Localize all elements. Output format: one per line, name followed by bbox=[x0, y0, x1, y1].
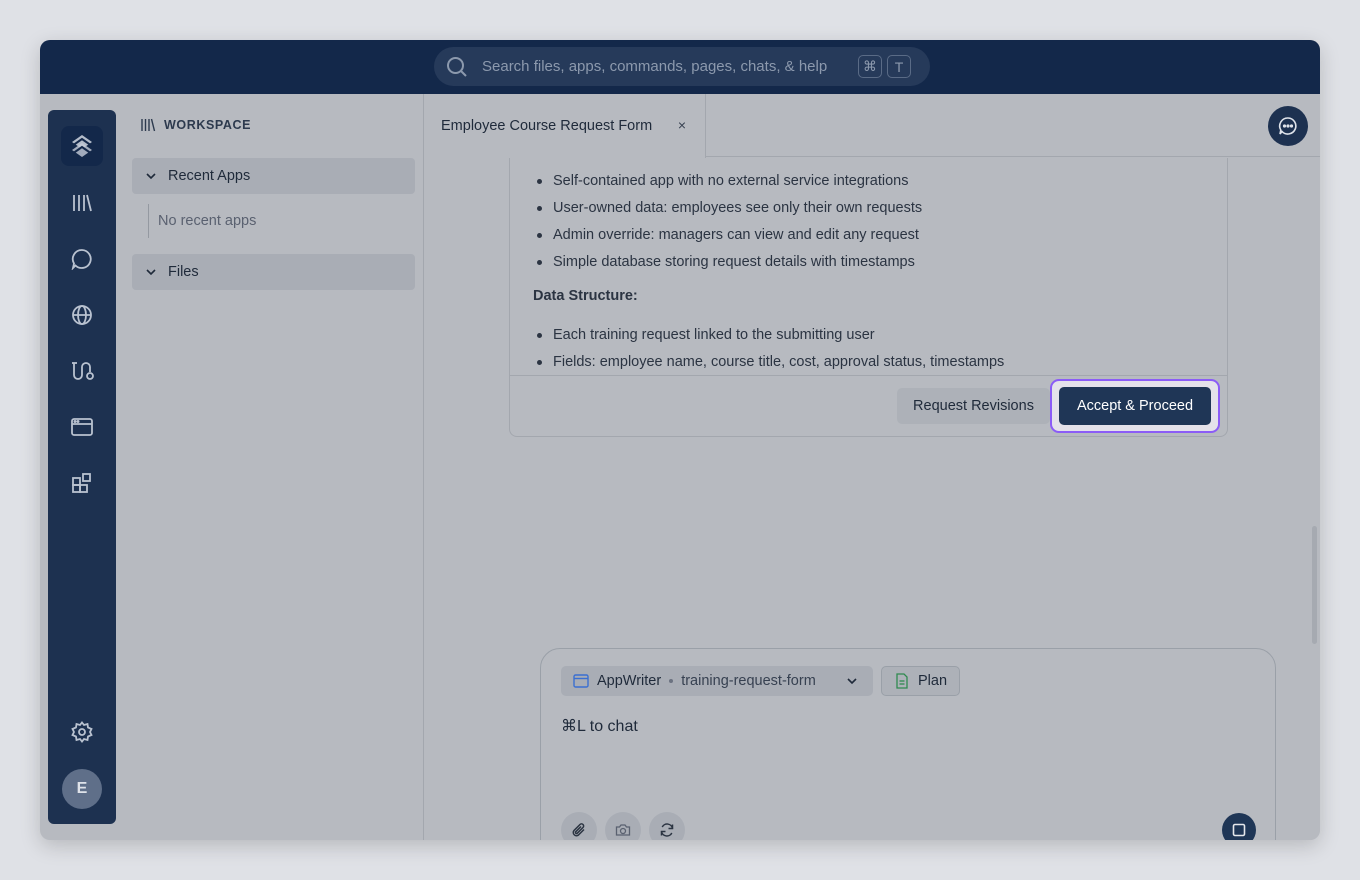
chat-composer: AppWriter training-request-form Plan ⌘L … bbox=[540, 648, 1276, 840]
workspace-label: WORKSPACE bbox=[164, 118, 252, 132]
app-window: Search files, apps, commands, pages, cha… bbox=[40, 40, 1320, 840]
tab-employee-course-request-form[interactable]: Employee Course Request Form × bbox=[425, 94, 706, 158]
scrollbar-thumb[interactable] bbox=[1312, 526, 1317, 644]
list-item: Each training request linked to the subm… bbox=[537, 324, 1004, 351]
app-name: AppWriter bbox=[597, 673, 662, 689]
plan-footer: Request Revisions Accept & Proceed bbox=[510, 375, 1228, 437]
route-icon[interactable] bbox=[69, 358, 95, 384]
section-label: Files bbox=[168, 264, 199, 280]
stop-icon bbox=[1232, 823, 1246, 837]
section-recent-apps[interactable]: Recent Apps bbox=[132, 158, 415, 194]
close-icon[interactable]: × bbox=[675, 117, 689, 133]
app-slug: training-request-form bbox=[681, 673, 816, 689]
plan-chip[interactable]: Plan bbox=[881, 666, 960, 696]
chevron-down-icon bbox=[144, 265, 158, 279]
global-search[interactable]: Search files, apps, commands, pages, cha… bbox=[434, 47, 930, 86]
list-item: Self-contained app with no external serv… bbox=[537, 170, 922, 197]
stop-button[interactable] bbox=[1222, 813, 1256, 840]
plan-card: Self-contained app with no external serv… bbox=[509, 158, 1228, 437]
camera-icon bbox=[615, 824, 631, 836]
chevron-down-icon bbox=[144, 169, 158, 183]
browser-window-icon[interactable] bbox=[69, 414, 95, 440]
attach-button[interactable] bbox=[561, 812, 597, 840]
section-label: Recent Apps bbox=[168, 168, 251, 184]
main-panel: Employee Course Request Form × Self-cont… bbox=[425, 94, 1320, 840]
app-selector[interactable]: AppWriter training-request-form bbox=[561, 666, 873, 696]
settings-icon[interactable] bbox=[69, 719, 95, 745]
search-placeholder: Search files, apps, commands, pages, cha… bbox=[482, 58, 828, 75]
avatar[interactable]: E bbox=[62, 769, 102, 809]
chat-bubble-icon bbox=[1278, 117, 1297, 135]
request-revisions-button[interactable]: Request Revisions bbox=[897, 388, 1050, 424]
list-item: Fields: employee name, course title, cos… bbox=[537, 351, 1004, 378]
focus-ring: Accept & Proceed bbox=[1050, 379, 1220, 433]
screenshot-button[interactable] bbox=[605, 812, 641, 840]
accept-proceed-button[interactable]: Accept & Proceed bbox=[1059, 387, 1211, 425]
shortcut-key-t: T bbox=[887, 55, 911, 78]
widgets-icon[interactable] bbox=[69, 470, 95, 496]
paperclip-icon bbox=[572, 823, 585, 837]
refresh-button[interactable] bbox=[649, 812, 685, 840]
workspace-header: WORKSPACE bbox=[140, 118, 251, 132]
library-icon[interactable] bbox=[69, 190, 95, 216]
list-item: User-owned data: employees see only thei… bbox=[537, 197, 922, 224]
logo-icon[interactable] bbox=[61, 126, 103, 166]
chat-input[interactable]: ⌘L to chat bbox=[561, 716, 638, 736]
list-item: Simple database storing request details … bbox=[537, 251, 922, 278]
tab-label: Employee Course Request Form bbox=[441, 118, 653, 134]
separator-dot bbox=[669, 679, 674, 683]
data-structure-heading: Data Structure: bbox=[533, 288, 638, 304]
chat-bubble-icon[interactable] bbox=[69, 246, 95, 272]
globe-icon[interactable] bbox=[69, 302, 95, 328]
refresh-icon bbox=[660, 823, 674, 837]
plan-label: Plan bbox=[918, 673, 948, 689]
icon-rail: E bbox=[48, 110, 116, 824]
top-bar: Search files, apps, commands, pages, cha… bbox=[40, 40, 1320, 94]
plan-list-features: Self-contained app with no external serv… bbox=[537, 170, 922, 278]
empty-recent-apps: No recent apps bbox=[148, 204, 256, 238]
document-icon bbox=[895, 673, 909, 689]
browser-window-icon bbox=[573, 674, 589, 688]
library-icon bbox=[140, 118, 156, 132]
tab-bar: Employee Course Request Form × bbox=[425, 94, 1320, 158]
chevron-down-icon bbox=[845, 674, 859, 688]
search-icon bbox=[446, 56, 468, 78]
list-item: Admin override: managers can view and ed… bbox=[537, 224, 922, 251]
plan-list-data: Each training request linked to the subm… bbox=[537, 324, 1004, 378]
chat-button[interactable] bbox=[1268, 106, 1308, 146]
section-files[interactable]: Files bbox=[132, 254, 415, 290]
shortcut-key-cmd: ⌘ bbox=[858, 55, 882, 78]
workspace-sidebar: WORKSPACE Recent Apps No recent apps Fil… bbox=[116, 94, 424, 840]
